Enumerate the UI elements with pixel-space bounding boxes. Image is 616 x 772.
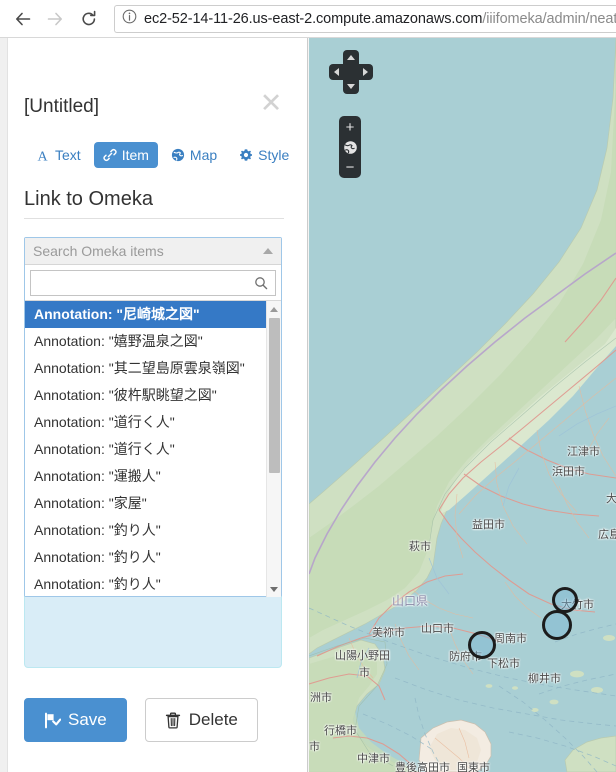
save-icon bbox=[44, 712, 61, 729]
search-icon[interactable] bbox=[254, 276, 268, 290]
list-item[interactable]: Annotation: "尼崎城之図" bbox=[25, 301, 266, 328]
address-bar[interactable]: ec2-52-14-11-26.us-east-2.compute.amazon… bbox=[114, 4, 616, 33]
pan-right-icon[interactable] bbox=[358, 64, 373, 80]
list-item[interactable]: Annotation: "道行く人" bbox=[25, 436, 266, 463]
list-item[interactable]: Annotation: "釣り人" bbox=[25, 517, 266, 544]
browser-toolbar: ec2-52-14-11-26.us-east-2.compute.amazon… bbox=[0, 0, 616, 38]
scroll-down-icon[interactable] bbox=[267, 582, 281, 596]
divider bbox=[24, 218, 284, 219]
globe-icon bbox=[171, 148, 185, 162]
tab-map-label: Map bbox=[189, 147, 218, 163]
list-item[interactable]: Annotation: "其二望島原雲泉嶺図" bbox=[25, 355, 266, 382]
omeka-item-search-widget: Search Omeka items Annotation: "尼崎城之図" An… bbox=[24, 237, 282, 597]
close-icon[interactable]: ✕ bbox=[258, 90, 284, 117]
list-item[interactable]: Annotation: "道行く人" bbox=[25, 409, 266, 436]
annotation-marker-2[interactable] bbox=[542, 610, 572, 640]
neatline-editor-panel: [Untitled] ✕ A Text Item Map Style Link … bbox=[0, 38, 308, 772]
trash-icon bbox=[165, 712, 181, 729]
save-button[interactable]: Save bbox=[24, 698, 127, 742]
annotation-marker-3[interactable] bbox=[468, 631, 496, 659]
zoom-out-button[interactable]: − bbox=[339, 158, 361, 176]
omeka-search-placeholder: Search Omeka items bbox=[33, 243, 164, 259]
site-info-icon[interactable] bbox=[122, 9, 137, 29]
list-item[interactable]: Annotation: "嬉野温泉之図" bbox=[25, 328, 266, 355]
panel-left-gutter bbox=[0, 38, 8, 772]
delete-button[interactable]: Delete bbox=[144, 698, 258, 742]
url-path: /iiifomeka/admin/neatline/e bbox=[482, 10, 616, 27]
url-host: ec2-52-14-11-26.us-east-2.compute.amazon… bbox=[144, 10, 483, 27]
omeka-search-toggle[interactable]: Search Omeka items bbox=[25, 238, 281, 265]
delete-button-label: Delete bbox=[188, 710, 238, 729]
chevron-up-icon bbox=[263, 248, 273, 254]
editor-tab-bar: A Text Item Map Style bbox=[26, 142, 298, 168]
tab-item-label: Item bbox=[121, 147, 149, 163]
map-zoom-control[interactable]: + − bbox=[339, 116, 361, 178]
omeka-results-wrapper: Annotation: "尼崎城之図" Annotation: "嬉野温泉之図" A… bbox=[25, 300, 281, 597]
page-body: [Untitled] ✕ A Text Item Map Style Link … bbox=[0, 38, 616, 772]
search-input[interactable] bbox=[31, 271, 254, 295]
list-item[interactable]: Annotation: "家屋" bbox=[25, 490, 266, 517]
save-button-label: Save bbox=[68, 710, 107, 729]
gear-icon bbox=[239, 148, 253, 162]
neatline-map-panel[interactable]: 江津市 浜田市大益田市 萩市 広島 山口県 山口市 美祢市 周南市 山陽小野田 防府市市下松市 柳井… bbox=[309, 38, 616, 772]
tab-text-label: Text bbox=[55, 147, 81, 163]
scrollbar-thumb[interactable] bbox=[269, 318, 280, 473]
link-icon bbox=[103, 148, 117, 162]
omeka-results-list[interactable]: Annotation: "尼崎城之図" Annotation: "嬉野温泉之図" A… bbox=[25, 301, 266, 597]
svg-text:A: A bbox=[37, 149, 48, 163]
address-bar-text: ec2-52-14-11-26.us-east-2.compute.amazon… bbox=[144, 11, 616, 27]
tab-style[interactable]: Style bbox=[230, 142, 298, 168]
list-item[interactable]: Annotation: "彼杵駅眺望之図" bbox=[25, 382, 266, 409]
tab-style-label: Style bbox=[258, 147, 290, 163]
search-input-wrapper[interactable] bbox=[30, 270, 276, 296]
omeka-search-row bbox=[25, 265, 281, 300]
text-icon: A bbox=[35, 148, 50, 163]
list-item[interactable]: Annotation: "釣り人" bbox=[25, 571, 266, 597]
zoom-world-icon[interactable] bbox=[339, 136, 361, 158]
pan-center bbox=[343, 64, 359, 80]
list-item[interactable]: Annotation: "釣り人" bbox=[25, 544, 266, 571]
forward-arrow-icon bbox=[40, 4, 70, 34]
back-arrow-icon[interactable] bbox=[8, 4, 38, 34]
scroll-up-icon[interactable] bbox=[267, 302, 281, 316]
pan-left-icon[interactable] bbox=[329, 64, 344, 80]
record-title: [Untitled] bbox=[24, 96, 99, 117]
pan-up-icon[interactable] bbox=[343, 50, 359, 65]
zoom-in-button[interactable]: + bbox=[339, 118, 361, 136]
reload-icon[interactable] bbox=[74, 4, 104, 34]
tab-map[interactable]: Map bbox=[162, 142, 226, 168]
results-scrollbar[interactable] bbox=[266, 301, 281, 597]
tab-text[interactable]: A Text bbox=[26, 142, 90, 168]
page-title: Link to Omeka bbox=[24, 188, 153, 210]
pan-down-icon[interactable] bbox=[343, 79, 359, 94]
list-item[interactable]: Annotation: "運搬人" bbox=[25, 463, 266, 490]
tab-item[interactable]: Item bbox=[93, 142, 158, 168]
editor-action-row: Save Delete bbox=[24, 698, 258, 742]
map-pan-control[interactable] bbox=[329, 50, 373, 94]
